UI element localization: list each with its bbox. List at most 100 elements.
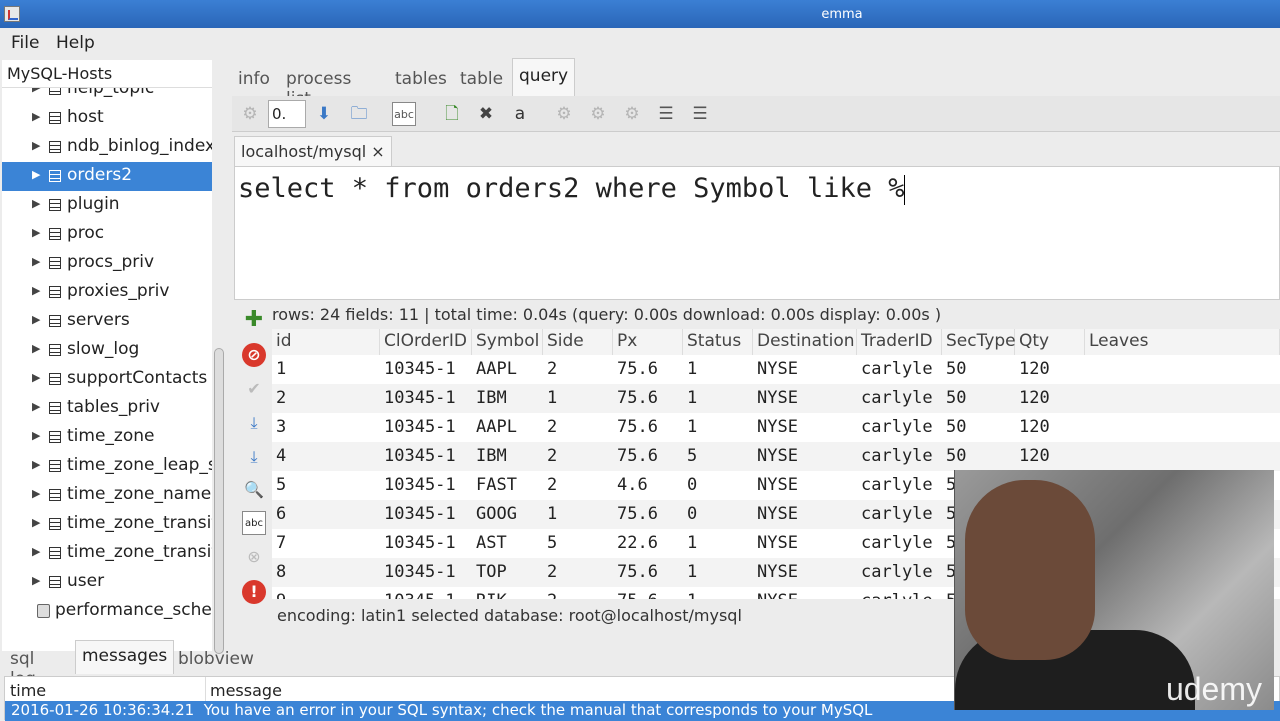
tree-item[interactable]: ▶ supportContacts [2, 365, 212, 394]
indent-icon[interactable]: ☰ [654, 102, 678, 126]
export-icon[interactable]: ⤓ [242, 445, 266, 469]
expand-arrow-icon[interactable]: ▶ [32, 284, 40, 297]
table-cell[interactable]: 50 [942, 384, 1015, 413]
delete-icon[interactable]: ✖ [474, 102, 498, 126]
table-cell[interactable]: NYSE [753, 442, 857, 471]
expand-arrow-icon[interactable]: ▶ [32, 110, 40, 123]
tree-item[interactable]: ▶ proc [2, 220, 212, 249]
table-cell[interactable]: TOP [472, 558, 543, 587]
table-cell[interactable]: carlyle [857, 384, 942, 413]
tree-item[interactable]: ▶ slow_log [2, 336, 212, 365]
table-cell[interactable]: 5 [272, 471, 380, 500]
table-cell[interactable]: 75.6 [613, 442, 683, 471]
table-cell[interactable]: 10345-1 [380, 442, 472, 471]
table-cell[interactable]: 8 [272, 558, 380, 587]
table-cell[interactable]: 0 [683, 471, 753, 500]
table-row[interactable]: 3 10345-1 AAPL 2 75.6 1 NYSE carlyle 50 120 [272, 413, 1280, 442]
expand-arrow-icon[interactable]: ▶ [32, 487, 40, 500]
error-icon[interactable]: ! [242, 580, 266, 604]
tab-tables[interactable]: tables [389, 62, 453, 96]
limit-stepper[interactable]: 0. [268, 100, 306, 128]
table-cell[interactable]: 5 [683, 442, 753, 471]
table-cell[interactable]: NYSE [753, 500, 857, 529]
tree-item[interactable]: ▶ user [2, 568, 212, 597]
gear-icon[interactable]: ⚙ [238, 102, 262, 126]
add-row-icon[interactable]: ✚ [242, 308, 266, 332]
download-icon[interactable]: ⬇ [312, 102, 336, 126]
table-cell[interactable]: 0 [683, 500, 753, 529]
table-cell[interactable]: IBM [472, 442, 543, 471]
table-cell[interactable]: NYSE [753, 529, 857, 558]
tree-item[interactable]: ▶ host [2, 104, 212, 133]
table-cell[interactable]: 120 [1015, 355, 1085, 384]
table-cell[interactable]: 7 [272, 529, 380, 558]
cancel-icon[interactable]: ⊗ [242, 545, 266, 569]
table-cell[interactable]: 1 [683, 384, 753, 413]
expand-arrow-icon[interactable]: ▶ [32, 458, 40, 471]
table-cell[interactable]: GOOG [472, 500, 543, 529]
query-editor[interactable]: select * from orders2 where Symbol like … [234, 166, 1280, 300]
table-cell[interactable]: AAPL [472, 413, 543, 442]
menu-help[interactable]: Help [56, 33, 95, 53]
tree-item[interactable]: ▶ time_zone_leap_s [2, 452, 212, 481]
tab-messages[interactable]: messages [75, 640, 175, 674]
expand-arrow-icon[interactable]: ▶ [32, 168, 40, 181]
table-cell[interactable]: NYSE [753, 413, 857, 442]
table-cell[interactable]: AST [472, 529, 543, 558]
table-cell[interactable]: 2 [543, 471, 613, 500]
expand-arrow-icon[interactable]: ▶ [32, 429, 40, 442]
table-cell[interactable]: 1 [272, 355, 380, 384]
table-cell[interactable]: 10345-1 [380, 587, 472, 599]
table-cell[interactable]: 10345-1 [380, 384, 472, 413]
expand-arrow-icon[interactable]: ▶ [32, 313, 40, 326]
column-header[interactable]: SecType [942, 329, 1016, 355]
table-cell[interactable]: carlyle [857, 471, 942, 500]
close-icon[interactable]: × [371, 142, 384, 161]
folder-icon[interactable]: 🗀 [347, 102, 371, 126]
table-cell[interactable]: carlyle [857, 442, 942, 471]
table-cell[interactable]: 120 [1015, 384, 1085, 413]
table-cell[interactable]: NYSE [753, 471, 857, 500]
table-cell[interactable]: 50 [942, 442, 1015, 471]
table-cell[interactable]: carlyle [857, 587, 942, 599]
query-tab[interactable]: localhost/mysql × [234, 136, 392, 166]
table-row[interactable]: 4 10345-1 IBM 2 75.6 5 NYSE carlyle 50 120 [272, 442, 1280, 471]
column-header[interactable]: Side [543, 329, 613, 355]
table-cell[interactable]: 10345-1 [380, 471, 472, 500]
table-cell[interactable]: AAPL [472, 355, 543, 384]
table-row[interactable]: 1 10345-1 AAPL 2 75.6 1 NYSE carlyle 50 120 [272, 355, 1280, 384]
column-header[interactable]: Qty [1015, 329, 1085, 355]
gear-icon[interactable]: ⚙ [586, 102, 610, 126]
table-cell[interactable]: 120 [1015, 442, 1085, 471]
table-cell[interactable]: 22.6 [613, 529, 683, 558]
tree-item[interactable]: ▶ servers [2, 307, 212, 336]
table-cell[interactable]: 1 [683, 355, 753, 384]
table-cell[interactable]: IBM [472, 384, 543, 413]
table-cell[interactable]: 4 [272, 442, 380, 471]
table-cell[interactable]: FAST [472, 471, 543, 500]
table-cell[interactable]: 1 [683, 529, 753, 558]
delete-row-icon[interactable]: ⊘ [242, 343, 266, 367]
expand-arrow-icon[interactable]: ▶ [32, 516, 40, 529]
table-cell[interactable]: 3 [272, 413, 380, 442]
new-file-icon[interactable]: 🗋 [440, 102, 464, 126]
table-cell[interactable]: carlyle [857, 529, 942, 558]
table-cell[interactable]: 2 [543, 442, 613, 471]
tab-sql-log[interactable]: sql log [4, 644, 42, 689]
expand-arrow-icon[interactable]: ▶ [32, 371, 40, 384]
import-icon[interactable]: ⤓ [242, 411, 266, 435]
table-cell[interactable]: 5 [543, 529, 613, 558]
check-icon[interactable]: ✔ [242, 377, 266, 401]
tree-vertical-scrollbar[interactable] [214, 348, 224, 654]
table-cell[interactable]: carlyle [857, 413, 942, 442]
table-cell[interactable] [1085, 442, 1280, 471]
table-cell[interactable]: 2 [543, 587, 613, 599]
table-row[interactable]: 2 10345-1 IBM 1 75.6 1 NYSE carlyle 50 120 [272, 384, 1280, 413]
table-cell[interactable]: 10345-1 [380, 413, 472, 442]
table-cell[interactable] [1085, 355, 1280, 384]
table-cell[interactable]: 2 [543, 413, 613, 442]
unindent-icon[interactable]: ☰ [688, 102, 712, 126]
table-cell[interactable]: 1 [683, 587, 753, 599]
column-header[interactable]: ClOrderID [380, 329, 472, 355]
tree-item[interactable]: ▶ time_zone_name [2, 481, 212, 510]
